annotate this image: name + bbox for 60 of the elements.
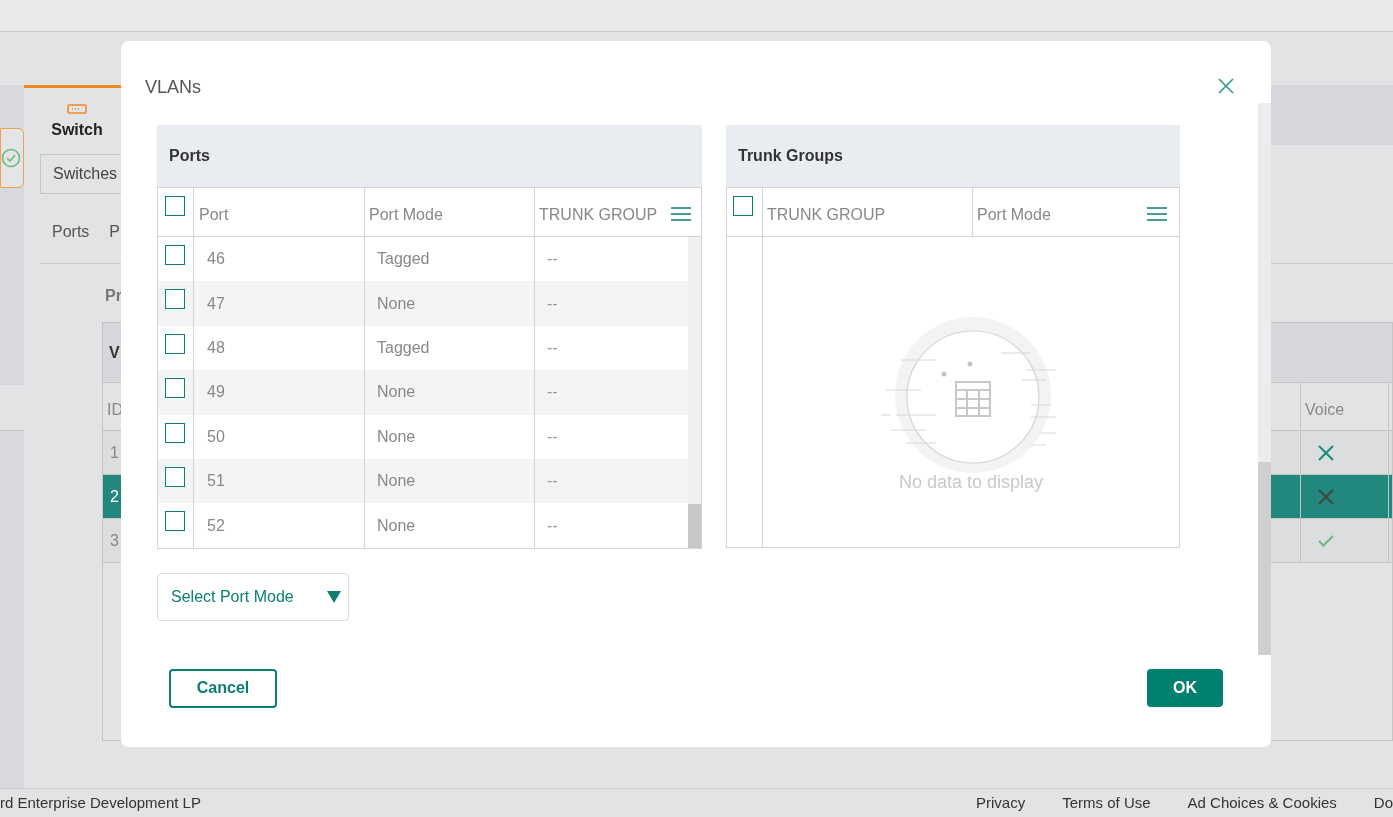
- menu-icon[interactable]: [1147, 206, 1167, 222]
- table-cell: None: [365, 281, 535, 326]
- menu-icon[interactable]: [671, 206, 691, 222]
- checkbox[interactable]: [165, 466, 185, 487]
- table-cell-text: --: [546, 515, 559, 536]
- checkbox[interactable]: [165, 333, 185, 354]
- footer-link[interactable]: Privacy: [976, 791, 1026, 815]
- copyright-text: rd Enterprise Development LP: [0, 792, 201, 813]
- scrollbar[interactable]: [688, 237, 701, 548]
- checkbox[interactable]: [165, 245, 185, 265]
- dialog-title: VLANs: [145, 76, 202, 99]
- checkbox[interactable]: [165, 196, 185, 216]
- column-header: Voice: [1300, 383, 1388, 430]
- table-cell-text: --: [546, 249, 559, 270]
- table-title: V: [109, 342, 120, 363]
- close-icon[interactable]: [1218, 78, 1234, 94]
- table-cell: None: [365, 414, 535, 459]
- column-header: Port Mode: [977, 205, 1051, 225]
- page-title: Switch: [51, 120, 103, 140]
- tab[interactable]: Ports: [52, 220, 90, 244]
- table-cell: None: [365, 503, 535, 548]
- scrollbar[interactable]: [1258, 103, 1271, 655]
- column-header: Port Mode: [365, 188, 535, 236]
- column-header: TRUNK GROUP: [539, 205, 658, 225]
- ok-button[interactable]: OK: [1147, 668, 1223, 707]
- tab[interactable]: P: [109, 220, 120, 244]
- checkbox[interactable]: [165, 289, 185, 310]
- table-cell-text: --: [546, 426, 559, 447]
- table-cell: None: [365, 370, 535, 415]
- checkbox[interactable]: [733, 196, 753, 216]
- table-cell-text: --: [546, 471, 559, 492]
- column-header: Port: [194, 188, 365, 236]
- panel-title: Trunk Groups: [738, 146, 843, 166]
- switch-icon: [67, 104, 87, 114]
- table-cell-text: 2: [110, 486, 119, 507]
- table-cell-text: 1: [110, 442, 119, 463]
- footer-link[interactable]: Ad Choices & Cookies: [1187, 791, 1337, 815]
- check-icon: [1318, 534, 1334, 547]
- panel-title: Ports: [169, 146, 210, 166]
- port-mode-select[interactable]: Select Port Mode: [157, 572, 349, 621]
- table-cell-text: --: [546, 337, 559, 358]
- cancel-button[interactable]: Cancel: [169, 668, 277, 708]
- column-header: TRUNK GROUP: [763, 188, 973, 236]
- checkbox[interactable]: [165, 511, 185, 532]
- checkbox[interactable]: [165, 378, 185, 399]
- table-cell: 47: [194, 281, 365, 326]
- table-cell-text: --: [546, 382, 559, 403]
- table-cell: 49: [194, 370, 365, 415]
- section-title: Pr: [105, 286, 122, 306]
- checkbox[interactable]: [165, 422, 185, 443]
- check-circle-icon: [1, 148, 21, 168]
- table-cell-text: 3: [110, 530, 119, 551]
- cross-icon: [1318, 444, 1334, 461]
- footer-link[interactable]: Terms of Use: [1062, 791, 1151, 815]
- cross-icon: [1318, 488, 1334, 505]
- table-cell: 52: [194, 503, 365, 548]
- table-cell-text: --: [546, 293, 559, 314]
- dropdown-arrow-icon: [327, 589, 341, 604]
- table-cell: 50: [194, 414, 365, 459]
- footer-link[interactable]: Do: [1373, 791, 1393, 815]
